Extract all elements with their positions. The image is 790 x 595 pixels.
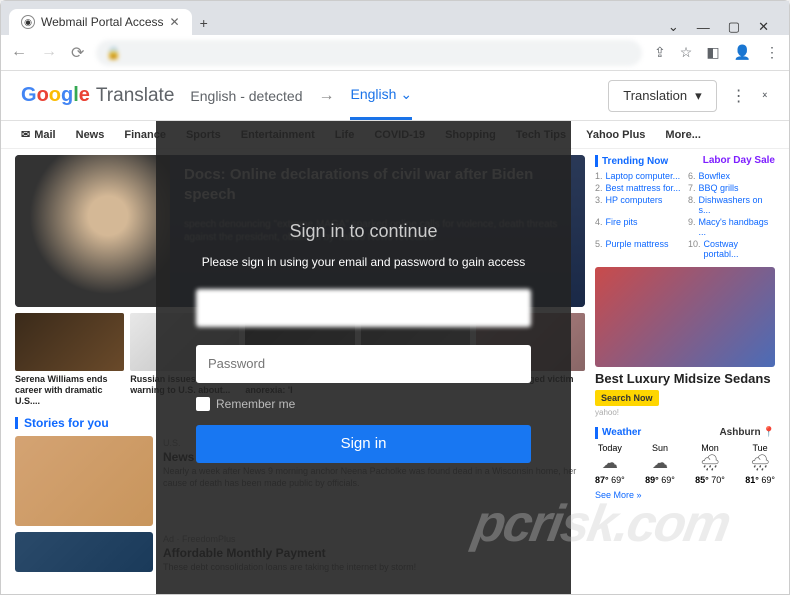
weather-header: Weather bbox=[595, 427, 641, 439]
browser-tab-bar: ◉ Webmail Portal Access ✕ + ⌄ — ▢ ✕ bbox=[1, 1, 789, 35]
trending-item[interactable]: 10.Costway portabl... bbox=[688, 239, 775, 259]
trending-item[interactable]: 5.Purple mattress bbox=[595, 239, 682, 259]
modal-subtitle: Please sign in using your email and pass… bbox=[196, 254, 531, 271]
rain-icon: 🌧 bbox=[695, 454, 725, 475]
collapse-icon[interactable]: ⌄⌃ bbox=[761, 89, 769, 103]
kebab-menu-icon[interactable]: ⋮ bbox=[765, 44, 779, 61]
translation-dropdown[interactable]: Translation ▾ bbox=[608, 80, 716, 112]
trending-header: Trending Now bbox=[595, 155, 668, 167]
globe-icon: ◉ bbox=[21, 15, 35, 29]
ad-source: yahoo! bbox=[595, 408, 775, 417]
extension-icon[interactable]: ◧ bbox=[706, 44, 719, 61]
back-icon[interactable]: ← bbox=[11, 43, 27, 63]
remember-me[interactable]: Remember me bbox=[196, 397, 531, 411]
story-image bbox=[15, 532, 153, 572]
labor-day-header: Labor Day Sale bbox=[703, 155, 775, 167]
trending-item[interactable]: 7.BBQ grills bbox=[688, 183, 775, 193]
new-tab-button[interactable]: + bbox=[192, 11, 216, 35]
thumb-image bbox=[15, 313, 124, 371]
close-window-icon[interactable]: ✕ bbox=[758, 19, 769, 35]
ad-image[interactable] bbox=[595, 267, 775, 367]
see-more-link[interactable]: See More » bbox=[595, 490, 775, 500]
star-icon[interactable]: ☆ bbox=[680, 44, 693, 61]
trending-item[interactable]: 1.Laptop computer... bbox=[595, 171, 682, 181]
weather-day: Mon🌧85° 70° bbox=[695, 443, 725, 487]
arrow-right-icon: → bbox=[318, 87, 334, 105]
weather-widget: Weather Ashburn 📍 Today☁87° 69° Sun☁89° … bbox=[595, 427, 775, 500]
cloud-icon: ☁ bbox=[645, 454, 675, 475]
caret-down-icon[interactable]: ⌄ bbox=[668, 19, 679, 35]
browser-tab[interactable]: ◉ Webmail Portal Access ✕ bbox=[9, 9, 192, 35]
email-field[interactable] bbox=[196, 289, 531, 327]
checkbox-icon[interactable] bbox=[196, 397, 210, 411]
signin-button[interactable]: Sign in bbox=[196, 425, 531, 463]
share-icon[interactable]: ⇪ bbox=[654, 44, 666, 61]
search-now-button[interactable]: Search Now bbox=[595, 390, 659, 406]
page-content: ✉ Mail News Finance Sports Entertainment… bbox=[1, 121, 789, 594]
trending-widget: Trending Now Labor Day Sale 1.Laptop com… bbox=[595, 155, 775, 259]
profile-icon[interactable]: 👤 bbox=[734, 44, 751, 61]
reload-icon[interactable]: ⟳ bbox=[71, 43, 84, 63]
nav-news[interactable]: News bbox=[76, 129, 105, 141]
lock-icon: 🔒 bbox=[106, 46, 121, 60]
trending-item[interactable]: 3.HP computers bbox=[595, 195, 682, 215]
story-image bbox=[15, 436, 153, 526]
ad-title: Best Luxury Midsize Sedans bbox=[595, 371, 775, 387]
rain-icon: 🌧 bbox=[745, 454, 775, 475]
weather-day: Tue🌧81° 69° bbox=[745, 443, 775, 487]
maximize-icon[interactable]: ▢ bbox=[728, 19, 740, 35]
source-language[interactable]: English - detected bbox=[190, 88, 302, 104]
close-icon[interactable]: ✕ bbox=[170, 15, 180, 29]
nav-yahooplus[interactable]: Yahoo Plus bbox=[586, 129, 645, 141]
location-pin-icon: 📍 bbox=[763, 427, 775, 438]
google-translate-logo: Google Translate bbox=[21, 84, 174, 107]
trending-item[interactable]: 6.Bowflex bbox=[688, 171, 775, 181]
caret-down-icon: ▾ bbox=[695, 88, 702, 104]
target-language[interactable]: English ⌄ bbox=[350, 86, 412, 120]
signin-modal: Sign in to continue Please sign in using… bbox=[156, 121, 571, 594]
weather-day: Today☁87° 69° bbox=[595, 443, 625, 487]
minimize-icon[interactable]: — bbox=[697, 20, 710, 35]
article-thumb[interactable]: Serena Williams ends career with dramati… bbox=[15, 313, 124, 406]
forward-icon: → bbox=[41, 43, 57, 63]
trending-item[interactable]: 2.Best mattress for... bbox=[595, 183, 682, 193]
nav-more[interactable]: More... bbox=[665, 129, 700, 141]
password-field[interactable] bbox=[196, 345, 531, 383]
trending-item[interactable]: 9.Macy's handbags ... bbox=[688, 217, 775, 237]
kebab-menu-icon[interactable]: ⋮ bbox=[731, 86, 747, 106]
trending-item[interactable]: 8.Dishwashers on s... bbox=[688, 195, 775, 215]
tab-title: Webmail Portal Access bbox=[41, 15, 164, 29]
weather-location[interactable]: Ashburn 📍 bbox=[719, 427, 775, 439]
trending-item[interactable]: 4.Fire pits bbox=[595, 217, 682, 237]
url-field[interactable]: 🔒 bbox=[96, 40, 642, 66]
nav-mail[interactable]: ✉ Mail bbox=[21, 128, 56, 141]
address-bar: ← → ⟳ 🔒 ⇪ ☆ ◧ bbox=[1, 35, 789, 71]
caret-down-icon: ⌄ bbox=[400, 86, 412, 103]
modal-title: Sign in to continue bbox=[196, 221, 531, 242]
weather-day: Sun☁89° 69° bbox=[645, 443, 675, 487]
google-translate-bar: Google Translate English - detected → En… bbox=[1, 71, 789, 121]
cloud-icon: ☁ bbox=[595, 454, 625, 475]
hero-image bbox=[15, 155, 170, 307]
